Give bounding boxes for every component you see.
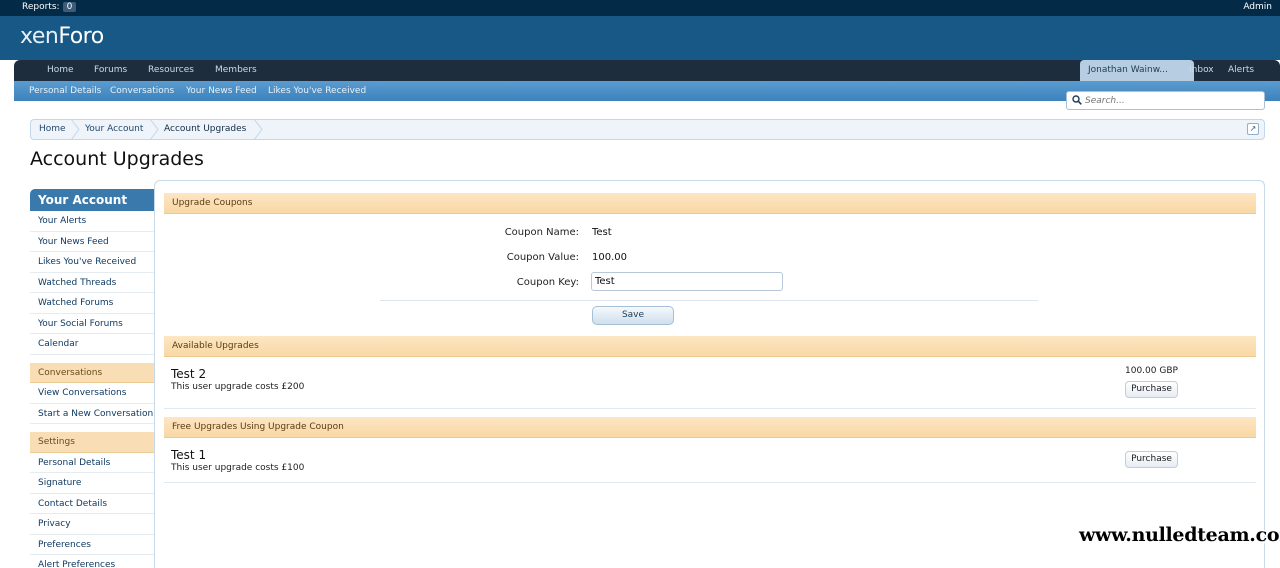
upgrade-price: 100.00 GBP [1125,366,1178,376]
nav-alerts[interactable]: Alerts [1228,65,1254,75]
nav-tab-members[interactable]: Members [215,65,257,75]
coupon-value-label: Coupon Value: [506,252,579,263]
sidebar-item-signature[interactable]: Signature [30,473,154,494]
upgrade-description: This user upgrade costs £100 [171,463,305,473]
sidebar-item-preferences[interactable]: Preferences [30,535,154,555]
subnav-likes-received[interactable]: Likes You've Received [268,86,366,96]
section-header-free-upgrades: Free Upgrades Using Upgrade Coupon [164,417,1256,438]
sidebar-item-start-conversation[interactable]: Start a New Conversation [30,404,154,424]
breadcrumb-home[interactable]: Home [39,124,66,134]
site-logo[interactable]: xenForo [20,24,104,49]
sidebar-item-contact-details[interactable]: Contact Details [30,494,154,514]
coupon-value-value: 100.00 [592,252,627,263]
sidebar-item-view-conversations[interactable]: View Conversations [30,383,154,404]
purchase-button[interactable]: Purchase [1125,451,1178,468]
subnav-news-feed[interactable]: Your News Feed [186,86,257,96]
main-navigation: Home Forums Resources Members Jonathan W… [14,60,1280,81]
section-header-upgrade-coupons: Upgrade Coupons [164,193,1256,214]
sidebar-item-calendar[interactable]: Calendar [30,334,154,355]
sidebar-item-watched-threads[interactable]: Watched Threads [30,273,154,293]
subnav-conversations[interactable]: Conversations [110,86,174,96]
coupon-name-value: Test [592,227,612,238]
main-content-panel: Upgrade Coupons Coupon Name: Test Coupon… [154,180,1265,568]
breadcrumb-your-account[interactable]: Your Account [85,124,143,134]
form-divider [380,300,1038,301]
reports-link[interactable]: Reports: 0 [22,2,77,12]
search-icon [1072,95,1082,105]
sidebar-item-watched-forums[interactable]: Watched Forums [30,293,154,314]
upgrade-description: This user upgrade costs £200 [171,382,305,392]
logo-text-a: xen [20,24,59,49]
page-title: Account Upgrades [30,148,204,170]
sidebar-item-alert-preferences[interactable]: Alert Preferences [30,555,154,568]
row-divider [164,408,1256,409]
sidebar-item-personal-details[interactable]: Personal Details [30,453,154,473]
sidebar-section-settings: Settings [30,432,154,453]
nav-tab-resources[interactable]: Resources [148,65,194,75]
coupon-key-input[interactable] [591,272,783,291]
sidebar-item-likes-received[interactable]: Likes You've Received [30,252,154,273]
logo-text-b: Foro [58,24,104,49]
sidebar-item-your-alerts[interactable]: Your Alerts [30,211,154,232]
subnav-personal-details[interactable]: Personal Details [29,86,101,96]
upgrade-title: Test 2 [171,367,207,381]
sidebar-header-your-account[interactable]: Your Account [30,189,154,211]
sidebar-item-social-forums[interactable]: Your Social Forums [30,314,154,334]
admin-bar: Reports: 0 Admin [0,0,1280,16]
watermark-text: www.nulledteam.com [1079,524,1280,546]
sidebar-item-news-feed[interactable]: Your News Feed [30,232,154,252]
row-divider [164,482,1256,483]
breadcrumb-separator-icon [149,119,159,140]
account-sidebar: Your Account Your Alerts Your News Feed … [30,189,154,568]
search-box[interactable] [1066,91,1265,110]
coupon-name-label: Coupon Name: [504,227,579,238]
site-header: xenForo [0,16,1280,60]
purchase-button[interactable]: Purchase [1125,381,1178,398]
search-input[interactable] [1085,94,1261,107]
admin-link[interactable]: Admin [1243,2,1272,12]
save-button[interactable]: Save [592,306,674,325]
reports-count-badge: 0 [62,2,77,12]
breadcrumb-account-upgrades[interactable]: Account Upgrades [164,124,246,134]
reports-label: Reports: [22,2,60,12]
section-header-available-upgrades: Available Upgrades [164,336,1256,357]
nav-inbox[interactable]: Inbox [1189,65,1214,75]
sidebar-item-privacy[interactable]: Privacy [30,514,154,535]
nav-user-tab[interactable]: Jonathan Wainw... [1080,60,1194,81]
coupon-key-label: Coupon Key: [516,277,579,288]
upgrade-title: Test 1 [171,448,207,462]
breadcrumb: Home Your Account Account Upgrades ↗ [30,119,1265,140]
jump-to-top-icon[interactable]: ↗ [1247,123,1259,135]
sidebar-section-conversations: Conversations [30,362,154,383]
nav-tab-forums[interactable]: Forums [94,65,127,75]
nav-tab-home[interactable]: Home [47,65,74,75]
breadcrumb-separator-icon [70,119,80,140]
breadcrumb-separator-icon [253,119,263,140]
